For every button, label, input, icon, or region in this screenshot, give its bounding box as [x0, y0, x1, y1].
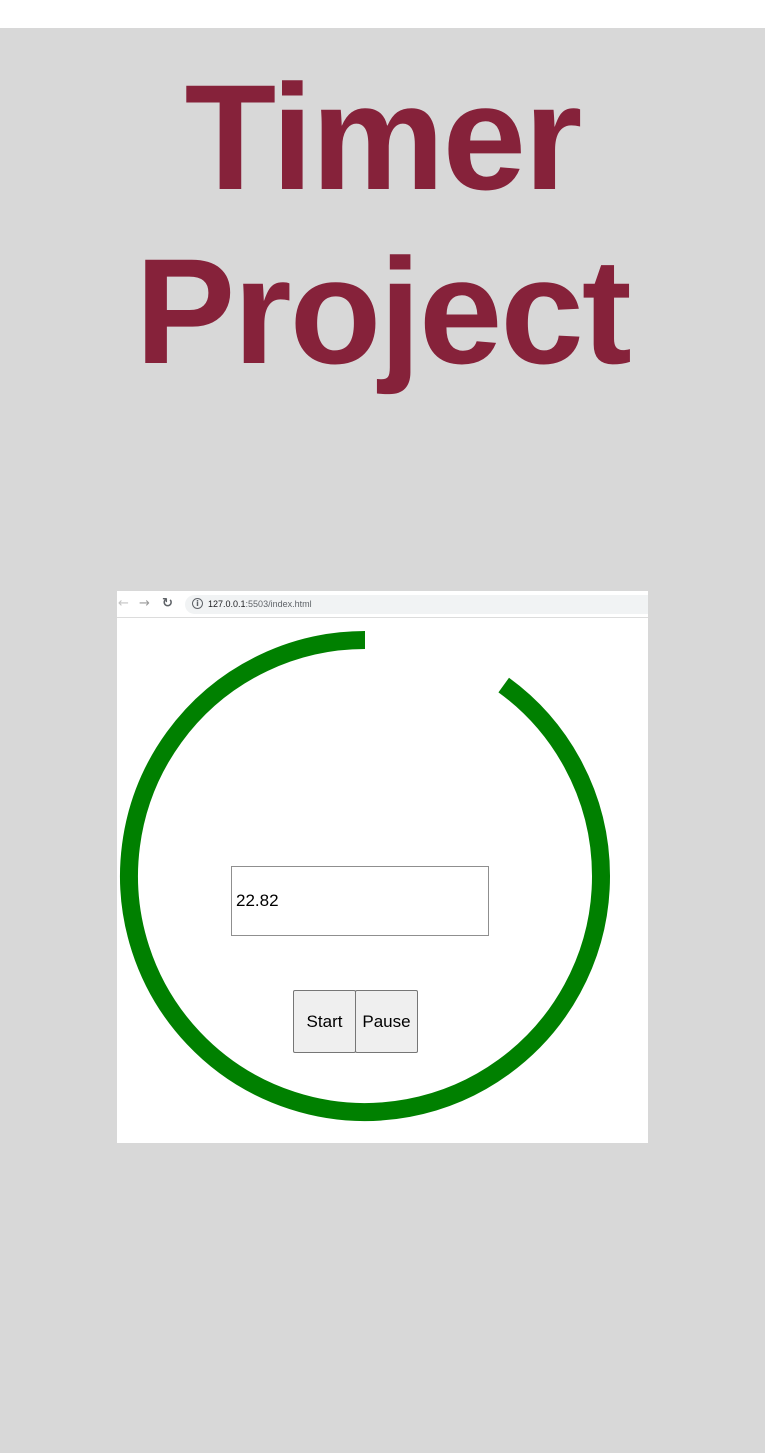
duration-input[interactable]: [231, 866, 489, 936]
page-title-line-1: Timer: [184, 53, 583, 221]
page-title-line-2: Project: [135, 227, 632, 395]
start-button[interactable]: Start: [293, 990, 356, 1053]
pause-button[interactable]: Pause: [355, 990, 418, 1053]
app-screenshot: ← → ↻ i 127.0.0.1:5503/index.html Start …: [117, 591, 648, 1143]
